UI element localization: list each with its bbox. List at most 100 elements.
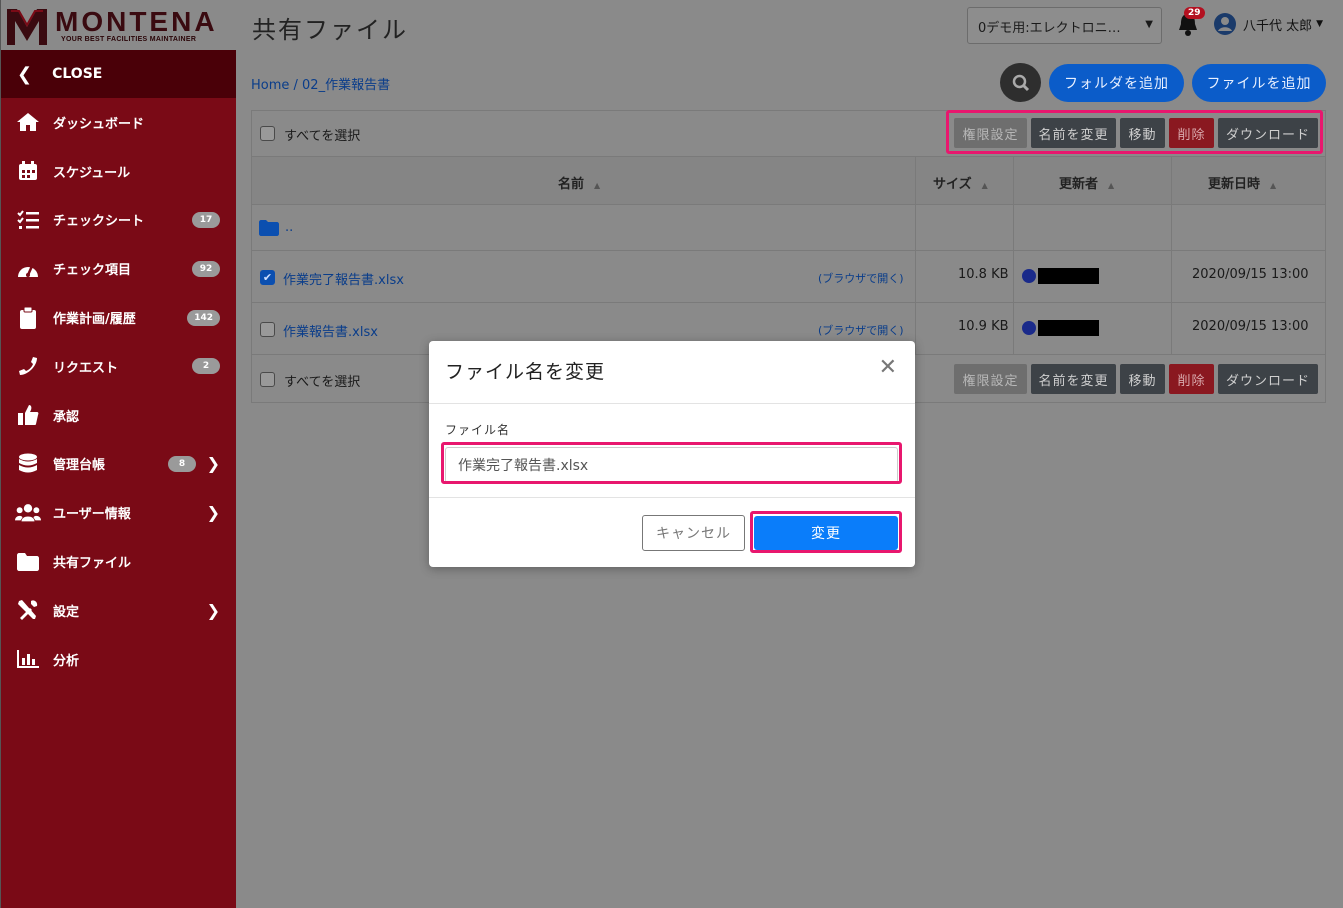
user-icon [1022, 269, 1036, 283]
sidebar-item-label: 設定 [53, 604, 80, 620]
sidebar-item-analysis[interactable]: 分析 [1, 635, 236, 684]
chevron-right-icon: ❯ [206, 600, 220, 620]
table-row[interactable]: .. [252, 205, 1325, 251]
move-button[interactable]: 移動 [1120, 364, 1165, 394]
count-badge: 8 [168, 455, 196, 472]
redacted-user-name [1038, 320, 1099, 336]
checklist-icon [15, 209, 41, 231]
sidebar-item-label: ユーザー情報 [53, 507, 131, 523]
calendar-icon [15, 160, 41, 182]
table-row[interactable]: ✔ 作業完了報告書.xlsx (ブラウザで開く) 10.8 KB 2020/09… [252, 251, 1325, 303]
download-button[interactable]: ダウンロード [1218, 364, 1318, 394]
search-button[interactable] [1000, 63, 1041, 102]
home-icon [15, 111, 41, 133]
folder-icon [15, 551, 41, 573]
select-all-checkbox[interactable] [260, 126, 275, 141]
sidebar-item-checksheet[interactable]: チェックシート 17 [1, 196, 236, 245]
open-in-browser-link[interactable]: (ブラウザで開く) [818, 270, 904, 286]
sidebar-item-approval[interactable]: 承認 [1, 391, 236, 440]
top-header: 共有ファイル 0デモ用:エレクトロニ… ▼ 29 八千代 太郎 ▼ [236, 0, 1343, 50]
cancel-button[interactable]: キャンセル [642, 515, 745, 551]
delete-button[interactable]: 削除 [1169, 364, 1214, 394]
column-size[interactable]: サイズ ▲ [933, 173, 988, 192]
sort-up-icon: ▲ [1108, 181, 1115, 190]
thumbs-up-icon [15, 404, 41, 426]
users-icon [15, 502, 41, 524]
sidebar-item-label: チェックシート [53, 214, 145, 230]
file-link[interactable]: 作業完了報告書.xlsx [283, 269, 404, 288]
column-name[interactable]: 名前 ▲ [558, 173, 600, 192]
sidebar-item-label: スケジュール [53, 165, 131, 181]
sidebar-item-schedule[interactable]: スケジュール [1, 147, 236, 196]
sidebar-item-request[interactable]: リクエスト 2 [1, 342, 236, 391]
caret-down-icon: ▼ [1316, 19, 1324, 29]
sidebar-item-settings[interactable]: 設定 ❯ [1, 586, 236, 635]
sidebar-item-label: リクエスト [53, 360, 119, 376]
user-icon [1022, 321, 1036, 335]
sidebar-item-work-plan[interactable]: 作業計画/履歴 142 [1, 293, 236, 342]
sidebar-item-check-items[interactable]: チェック項目 92 [1, 244, 236, 293]
logo-name: MONTENA [55, 5, 218, 37]
sidebar-item-dashboard[interactable]: ダッシュボード [1, 98, 236, 147]
gauge-icon [15, 258, 41, 280]
rename-button[interactable]: 名前を変更 [1031, 364, 1116, 394]
permission-button[interactable]: 権限設定 [954, 364, 1027, 394]
column-updater[interactable]: 更新者 ▲ [1059, 173, 1114, 192]
sort-up-icon: ▲ [981, 181, 988, 190]
select-all-label: すべてを選択 [284, 375, 361, 390]
site-select-value: 0デモ用:エレクトロニ… [978, 21, 1121, 36]
user-name: 八千代 太郎 [1243, 18, 1313, 34]
sidebar-item-label: 作業計画/履歴 [53, 312, 136, 328]
count-badge: 17 [192, 211, 220, 228]
file-link[interactable]: 作業報告書.xlsx [283, 321, 378, 340]
database-icon [15, 453, 41, 475]
submit-highlight [750, 511, 902, 553]
close-icon[interactable]: ✕ [879, 355, 897, 380]
close-label: CLOSE [52, 66, 103, 82]
sidebar-item-user-info[interactable]: ユーザー情報 ❯ [1, 488, 236, 537]
caret-down-icon: ▼ [1145, 19, 1153, 30]
row-checkbox[interactable] [260, 322, 275, 337]
toolbar-highlight [946, 110, 1323, 154]
add-folder-button[interactable]: フォルダを追加 [1049, 64, 1184, 102]
count-badge: 142 [187, 309, 220, 326]
row-checkbox[interactable]: ✔ [260, 270, 275, 285]
search-icon [1012, 74, 1029, 91]
select-all-label: すべてを選択 [284, 129, 361, 144]
logo-tagline: YOUR BEST FACILITIES MAINTAINER [61, 35, 197, 43]
sidebar-item-label: ダッシュボード [53, 116, 145, 132]
chevron-left-icon: ❮ [17, 63, 33, 85]
tools-icon [15, 599, 41, 621]
sidebar-item-label: 共有ファイル [53, 556, 132, 572]
logo-icon [7, 9, 47, 45]
count-badge: 92 [192, 260, 220, 277]
sidebar-item-label: チェック項目 [53, 263, 132, 279]
column-updated[interactable]: 更新日時 ▲ [1208, 173, 1276, 192]
file-updated: 2020/09/15 13:00 [1192, 267, 1309, 282]
sidebar-item-label: 管理台帳 [53, 458, 106, 474]
sidebar-item-label: 分析 [53, 653, 80, 669]
user-menu[interactable]: 八千代 太郎 ▼ [1213, 12, 1323, 36]
count-badge: 2 [192, 358, 220, 375]
sidebar-close-button[interactable]: ❮ CLOSE [1, 50, 236, 98]
parent-folder-link[interactable]: .. [285, 220, 293, 235]
open-in-browser-link[interactable]: (ブラウザで開く) [818, 322, 904, 338]
page-title: 共有ファイル [252, 16, 408, 44]
sidebar-item-shared-files[interactable]: 共有ファイル [1, 537, 236, 586]
file-size: 10.8 KB [958, 267, 1009, 282]
breadcrumb[interactable]: Home / 02_作業報告書 [251, 74, 390, 93]
file-updated: 2020/09/15 13:00 [1192, 319, 1309, 334]
select-all-checkbox[interactable] [260, 372, 275, 387]
phone-icon [15, 355, 41, 377]
sidebar-item-ledger[interactable]: 管理台帳 8 ❯ [1, 440, 236, 489]
user-avatar-icon [1214, 13, 1236, 35]
table-header: 名前 ▲ サイズ ▲ 更新者 ▲ 更新日時 ▲ [252, 157, 1325, 205]
sidebar-nav: ダッシュボード スケジュール チェックシート 17 チェック項目 92 作業計画… [1, 98, 236, 684]
file-size: 10.9 KB [958, 319, 1009, 334]
bar-chart-icon [15, 648, 41, 670]
modal-header: ファイル名を変更 ✕ [429, 341, 915, 404]
add-file-button[interactable]: ファイルを追加 [1192, 64, 1326, 102]
site-select[interactable]: 0デモ用:エレクトロニ… ▼ [967, 7, 1162, 44]
logo[interactable]: MONTENA YOUR BEST FACILITIES MAINTAINER [1, 0, 236, 50]
modal-title: ファイル名を変更 [445, 361, 606, 383]
